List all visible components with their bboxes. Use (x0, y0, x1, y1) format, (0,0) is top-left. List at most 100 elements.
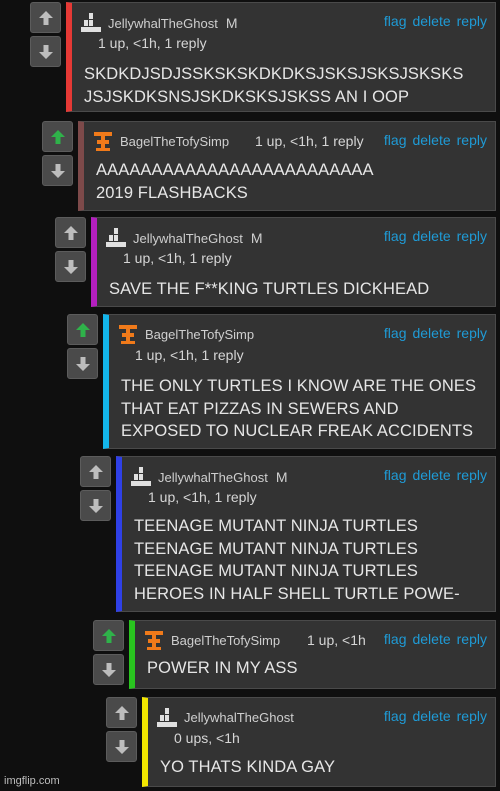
comment-header: BagelTheTofySimp 1 up, <1h, 1 reply flag… (115, 323, 489, 363)
upvote-button[interactable] (42, 121, 73, 152)
arrow-up-icon (50, 129, 65, 144)
reply-link[interactable]: reply (457, 708, 487, 724)
username-text[interactable]: JellywhalTheGhost (158, 470, 268, 485)
arrow-up-icon (101, 628, 116, 643)
comment: BagelTheTofySimp 1 up, <1h, 1 reply flag… (67, 314, 496, 449)
comment-meta: 1 up, <1h, 1 reply (123, 250, 232, 266)
comment-box: BagelTheTofySimp 1 up, <1h, 1 reply flag… (103, 314, 496, 449)
reply-link[interactable]: reply (457, 467, 487, 483)
username[interactable]: BagelTheTofySimp (120, 134, 229, 149)
username-text[interactable]: BagelTheTofySimp (120, 134, 229, 149)
arrow-up-icon (63, 225, 78, 240)
delete-link[interactable]: delete (412, 13, 450, 29)
downvote-button[interactable] (30, 36, 61, 67)
comment-meta: 1 up, <1h, 1 reply (255, 133, 364, 149)
comment-box: JellywhalTheGhost M 1 up, <1h, 1 reply fl… (66, 2, 496, 112)
comment: JellywhalTheGhost 0 ups, <1h flag delete r… (106, 697, 496, 787)
vote-controls (93, 620, 126, 685)
username-text[interactable]: JellywhalTheGhost (184, 710, 294, 725)
flag-link[interactable]: flag (384, 132, 407, 148)
comment-line: THAT EAT PIZZAS IN SEWERS AND (121, 399, 399, 418)
downvote-button[interactable] (80, 490, 111, 521)
username-text[interactable]: JellywhalTheGhost (108, 16, 218, 31)
comment-box: BagelTheTofySimp 1 up, <1h, 1 reply flag… (78, 121, 496, 211)
reply-link[interactable]: reply (457, 631, 487, 647)
comment-body: SAVE THE F**KING TURTLES DICKHEAD (109, 278, 487, 301)
flag-link[interactable]: flag (384, 708, 407, 724)
username[interactable]: JellywhalTheGhost (184, 710, 294, 725)
vote-controls (106, 697, 139, 762)
upvote-button[interactable] (30, 2, 61, 33)
bagel-avatar-icon (119, 325, 137, 344)
comment-line: TEENAGE MUTANT NINJA TURTLES (134, 517, 418, 535)
comment-meta: 1 up, <1h (307, 632, 366, 648)
comment-actions: flag delete reply (378, 132, 487, 148)
downvote-button[interactable] (106, 731, 137, 762)
username-text[interactable]: BagelTheTofySimp (145, 327, 254, 342)
comment-line: YO THATS KINDA GAY (160, 758, 336, 776)
watermark: imgflip.com (4, 775, 60, 787)
downvote-button[interactable] (93, 654, 124, 685)
username[interactable]: JellywhalTheGhost M (108, 15, 238, 31)
comment: JellywhalTheGhost M 1 up, <1h, 1 reply fl… (80, 456, 496, 612)
flag-link[interactable]: flag (384, 467, 407, 483)
username[interactable]: BagelTheTofySimp (171, 633, 280, 648)
delete-link[interactable]: delete (412, 631, 450, 647)
upvote-button[interactable] (80, 456, 111, 487)
comment-line: SAVE THE F**KING TURTLES DICKHEAD (109, 280, 430, 298)
comment-actions: flag delete reply (378, 631, 487, 647)
flag-link[interactable]: flag (384, 13, 407, 29)
comment: BagelTheTofySimp 1 up, <1h, 1 reply flag… (42, 121, 496, 211)
reply-link[interactable]: reply (457, 13, 487, 29)
upvote-button[interactable] (55, 217, 86, 248)
ghost-avatar-icon (131, 467, 151, 486)
comment-header: JellywhalTheGhost M 1 up, <1h, 1 reply fl… (103, 226, 489, 266)
reply-link[interactable]: reply (457, 325, 487, 341)
username-text[interactable]: BagelTheTofySimp (171, 633, 280, 648)
comment-body: TEENAGE MUTANT NINJA TURTLES TEENAGE MUT… (134, 515, 487, 605)
comment-header: JellywhalTheGhost 0 ups, <1h flag delete r… (154, 706, 489, 746)
arrow-down-icon (101, 662, 116, 677)
comment-body: SKDKDJSDJSSKSKSKDKDKSJSKSJSKSJSKSKS JSJS… (84, 63, 487, 108)
comment-meta: 1 up, <1h, 1 reply (148, 489, 257, 505)
comment-actions: flag delete reply (378, 467, 487, 483)
arrow-down-icon (75, 356, 90, 371)
comment-box: JellywhalTheGhost M 1 up, <1h, 1 reply fl… (116, 456, 496, 612)
username-text[interactable]: JellywhalTheGhost (133, 231, 243, 246)
downvote-button[interactable] (67, 348, 98, 379)
arrow-down-icon (114, 739, 129, 754)
comment-actions: flag delete reply (378, 325, 487, 341)
flag-link[interactable]: flag (384, 631, 407, 647)
arrow-up-icon (38, 10, 53, 25)
ghost-avatar-icon (157, 708, 177, 727)
username[interactable]: BagelTheTofySimp (145, 327, 254, 342)
comment-box: JellywhalTheGhost 0 ups, <1h flag delete r… (142, 697, 496, 787)
upvote-button[interactable] (67, 314, 98, 345)
upvote-button[interactable] (93, 620, 124, 651)
username[interactable]: JellywhalTheGhost M (158, 469, 288, 485)
vote-controls (67, 314, 100, 379)
delete-link[interactable]: delete (412, 708, 450, 724)
delete-link[interactable]: delete (412, 132, 450, 148)
comment-actions: flag delete reply (378, 708, 487, 724)
delete-link[interactable]: delete (412, 325, 450, 341)
downvote-button[interactable] (55, 251, 86, 282)
delete-link[interactable]: delete (412, 467, 450, 483)
downvote-button[interactable] (42, 155, 73, 186)
flag-link[interactable]: flag (384, 325, 407, 341)
comment-line: TEENAGE MUTANT NINJA TURTLES (134, 562, 418, 580)
vote-controls (42, 121, 75, 186)
reply-link[interactable]: reply (457, 132, 487, 148)
comment-line: JSJSKDKSNSJSKDKSKSJSKSS AN I OOP (84, 87, 410, 106)
vote-controls (55, 217, 88, 282)
comment-line: AAAAAAAAAAAAAAAAAAAAAAAAA (96, 161, 374, 179)
flag-link[interactable]: flag (384, 228, 407, 244)
comment-box: BagelTheTofySimp 1 up, <1h flag delete rep… (129, 620, 496, 689)
delete-link[interactable]: delete (412, 228, 450, 244)
upvote-button[interactable] (106, 697, 137, 728)
username[interactable]: JellywhalTheGhost M (133, 230, 263, 246)
reply-link[interactable]: reply (457, 228, 487, 244)
ghost-avatar-icon (106, 228, 126, 247)
arrow-down-icon (50, 163, 65, 178)
comment: JellywhalTheGhost M 1 up, <1h, 1 reply fl… (30, 2, 496, 112)
